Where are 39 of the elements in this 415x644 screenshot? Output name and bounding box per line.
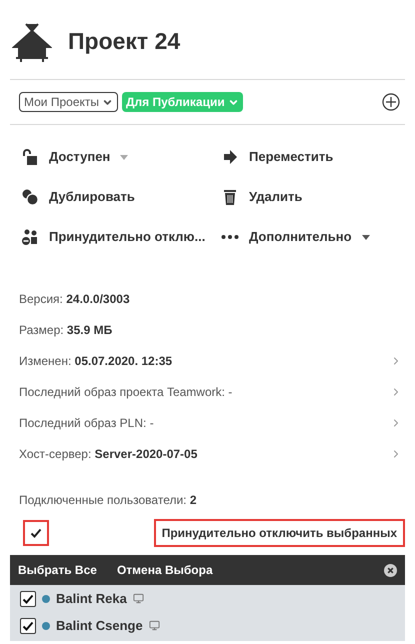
monitor-icon [132, 593, 144, 604]
hut-icon [12, 22, 52, 62]
info-text: Хост-сервер: Server-2020-07-05 [19, 446, 198, 462]
info-text: Изменен: 05.07.2020. 12:35 [19, 352, 172, 370]
circles-icon [21, 188, 39, 206]
action-button[interactable]: Дополнительно [221, 227, 405, 247]
action-button[interactable]: Дублировать [21, 187, 221, 207]
trash-icon [221, 188, 239, 206]
disconnect-selected-button[interactable]: Принудительно отключить выбранных [154, 519, 405, 547]
checkmark-icon [22, 592, 34, 604]
select-toggle[interactable] [23, 520, 49, 546]
user-name: Balint Csenge [56, 616, 143, 635]
users-icon [21, 228, 39, 246]
add-icon[interactable] [382, 93, 400, 111]
project-title: Проект 24 [68, 27, 180, 56]
info-text: Версия: 24.0.0/3003 [19, 290, 130, 308]
arrow-icon [221, 148, 239, 166]
close-icon[interactable] [384, 564, 397, 576]
filter-dropdown[interactable]: Мои Проекты [19, 92, 118, 112]
checkbox[interactable] [20, 618, 36, 634]
action-button[interactable]: Удалить [221, 187, 405, 207]
user-name: Balint Reka [56, 590, 127, 608]
padlock-icon [21, 148, 39, 166]
action-button[interactable]: Переместить [221, 147, 405, 167]
monitor-icon [148, 620, 160, 631]
select-all-button[interactable]: Выбрать Все [18, 561, 97, 579]
checkbox[interactable] [20, 590, 36, 606]
more-icon [221, 235, 239, 239]
deselect-button[interactable]: Отмена Выбора [116, 561, 213, 579]
caret-icon [120, 154, 128, 160]
checkmark-icon [22, 620, 34, 632]
info-text: Последний образ PLN: - [19, 414, 154, 432]
caret-icon [362, 234, 370, 240]
action-button[interactable]: Принудительно отклю... [21, 227, 221, 247]
action-button[interactable]: Доступен [21, 147, 221, 167]
connected-users-text: Подключенные пользователи: 2 [19, 493, 197, 507]
info-text: Последний образ проекта Teamwork: - [19, 384, 232, 400]
info-text: Размер: 35.9 МБ [19, 322, 112, 338]
checkmark-icon [30, 527, 42, 539]
